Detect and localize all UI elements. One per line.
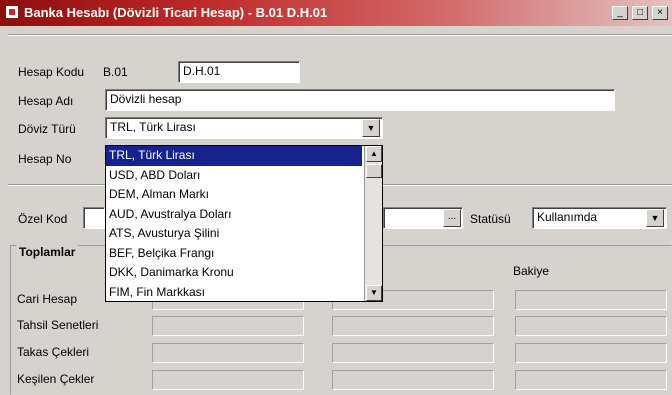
scroll-up-icon[interactable]: ▲ [366,146,382,162]
hesap-kodu-field[interactable]: D.H.01 [178,61,300,83]
totals-cell [515,316,667,336]
maximize-button[interactable]: □ [632,6,648,20]
hesap-no-label: Hesap No [18,152,72,166]
totals-row-label: Takas Çekleri [17,345,90,359]
totals-cell [332,370,494,390]
currency-option[interactable]: USD, ABD Doları [106,166,362,186]
totals-cell [515,370,667,390]
currency-option[interactable]: DKK, Danimarka Kronu [106,263,362,283]
currency-dropdown-list[interactable]: TRL, Türk Lirası USD, ABD Doları DEM, Al… [105,145,383,302]
app-icon [5,5,19,19]
totals-cell [152,316,304,336]
totals-row-label: Keşilen Çekler [17,372,95,386]
totals-row-label: Tahsil Senetleri [17,318,99,332]
close-button[interactable]: × [652,6,668,20]
currency-option[interactable]: BEF, Belçika Frangı [106,244,362,264]
doviz-turu-label: Döviz Türü [18,122,76,136]
ozel-kod-browse-button[interactable]: ... [443,209,461,227]
dropdown-scrollbar[interactable]: ▲ ▼ [364,146,382,301]
currency-option[interactable]: AUD, Avustralya Doları [106,205,362,225]
title-bar[interactable]: Banka Hesabı (Dövizli Ticari Hesap) - B.… [0,0,672,26]
window-title: Banka Hesabı (Dövizli Ticari Hesap) - B.… [24,5,328,20]
scroll-down-icon[interactable]: ▼ [366,285,382,301]
minimize-button[interactable]: _ [612,6,628,20]
totals-group-title: Toplamlar [16,245,79,259]
hesap-adi-label: Hesap Adı [18,94,74,108]
top-separator [8,34,672,36]
statusu-chevron-down-icon[interactable]: ▼ [646,209,664,227]
currency-option[interactable]: FIM, Fin Markkası [106,283,362,302]
totals-cell [332,316,494,336]
currency-option[interactable]: TRL, Türk Lirası [106,146,362,166]
totals-cell [152,370,304,390]
hesap-adi-field[interactable]: Dövizli hesap [105,89,615,111]
currency-option[interactable]: DEM, Alman Markı [106,185,362,205]
totals-cell [515,343,667,363]
chevron-down-icon[interactable]: ▼ [362,119,380,137]
totals-row-label: Cari Hesap [17,292,78,306]
bakiye-column-header: Bakiye [513,264,550,278]
ozel-kod-label: Özel Kod [18,212,68,226]
hesap-kodu-prefix: B.01 [103,65,128,79]
totals-cell [332,343,494,363]
currency-option[interactable]: ATS, Avusturya Şilini [106,224,362,244]
ozel-kod-field[interactable] [83,207,105,229]
scroll-thumb[interactable] [366,164,382,178]
statusu-label: Statüsü [470,212,511,226]
totals-cell [152,343,304,363]
totals-cell [515,290,667,310]
bank-account-window: Banka Hesabı (Dövizli Ticari Hesap) - B.… [0,0,672,395]
doviz-turu-select[interactable]: TRL, Türk Lirası [105,117,383,139]
hesap-kodu-label: Hesap Kodu [18,65,85,79]
